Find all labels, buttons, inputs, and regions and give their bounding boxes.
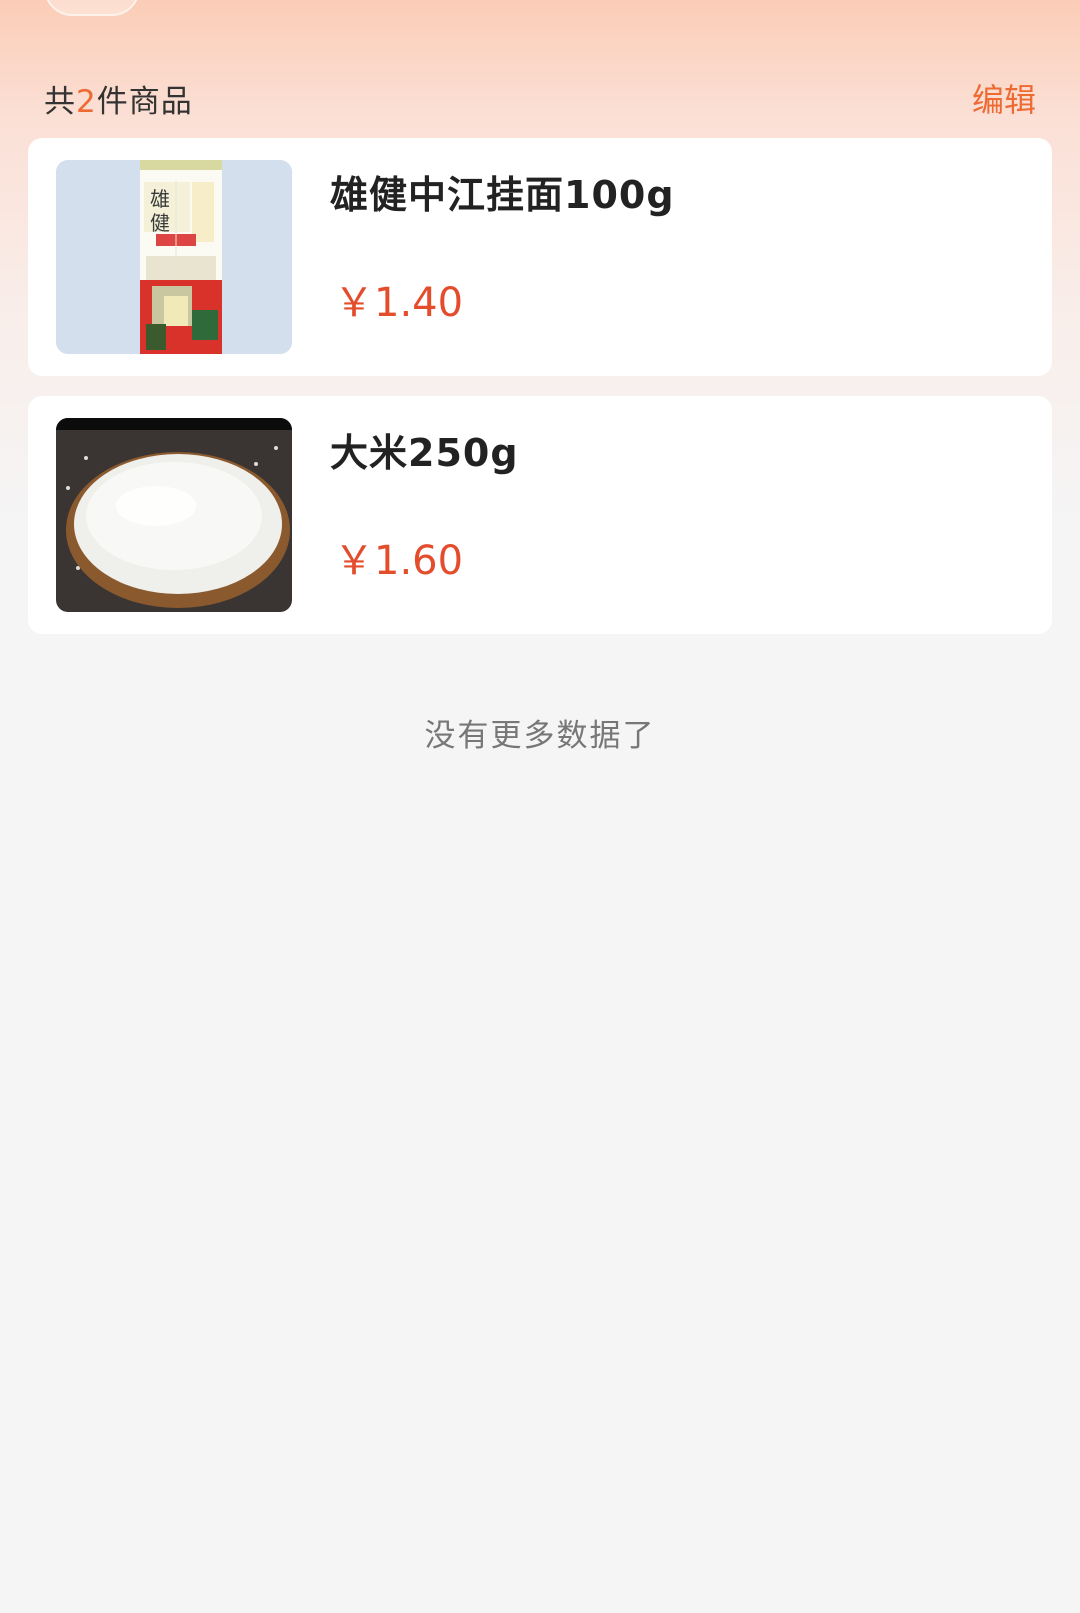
cart-summary: 共2件商品 编辑: [44, 74, 1036, 122]
count-prefix: 共: [44, 83, 76, 120]
product-card[interactable]: 大米250g ￥1.60: [28, 396, 1052, 634]
product-card[interactable]: 雄 健 雄健中江挂面100g ￥1.40: [28, 138, 1052, 376]
product-price: ￥1.40: [334, 280, 464, 326]
no-more-data-text: 没有更多数据了: [424, 718, 656, 754]
edit-button[interactable]: 编辑: [972, 75, 1036, 121]
svg-text:健: 健: [150, 211, 170, 235]
count-suffix: 件商品: [96, 83, 193, 120]
item-count-text: 共2件商品: [44, 76, 193, 121]
product-name: 大米250g: [330, 431, 519, 475]
product-name: 雄健中江挂面100g: [330, 173, 675, 217]
back-button[interactable]: [44, 0, 140, 16]
product-price: ￥1.60: [334, 538, 464, 584]
item-count: 2: [76, 83, 97, 120]
noodle-package-image: 雄 健: [56, 160, 292, 354]
svg-text:雄: 雄: [150, 187, 170, 211]
rice-bowl-image: [56, 418, 292, 612]
